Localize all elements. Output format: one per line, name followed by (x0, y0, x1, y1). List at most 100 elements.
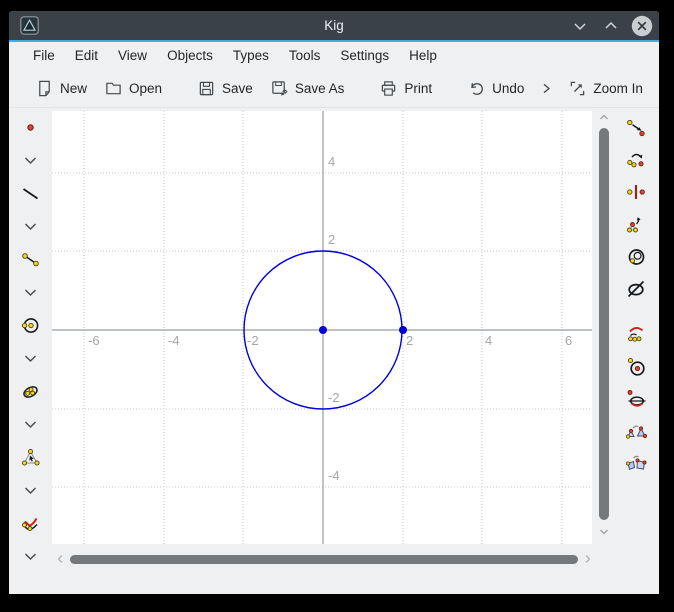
axial-reflection-tool-button[interactable] (625, 213, 647, 234)
rotate-tool-button[interactable] (625, 149, 647, 170)
harmonic-homology-tool-button[interactable] (625, 277, 647, 298)
segment-tools-expander[interactable] (20, 282, 42, 303)
x-tick-label: 4 (485, 334, 492, 347)
horizontal-scrollbar-thumb[interactable] (70, 555, 578, 564)
circle-transform-tool-button[interactable] (625, 355, 647, 376)
curve-tools-expander[interactable] (20, 546, 42, 567)
chevron-left-icon (54, 553, 66, 565)
circle-tool-button[interactable] (20, 315, 42, 336)
chevron-down-icon (20, 480, 41, 501)
conic-arc-tool-button[interactable] (625, 323, 647, 344)
save-as-button[interactable]: Save As (262, 74, 354, 103)
chevron-down-icon (20, 546, 41, 567)
zoom-in-label: Zoom In (593, 81, 643, 96)
scroll-up-button[interactable] (598, 111, 610, 123)
line-tools-expander[interactable] (20, 216, 42, 237)
save-icon (198, 80, 215, 97)
x-tick-label: -4 (168, 334, 180, 347)
horizontal-scrollbar[interactable] (54, 551, 594, 567)
menu-edit[interactable]: Edit (65, 44, 108, 67)
projective-conic-tool-icon (625, 387, 647, 409)
close-button[interactable] (631, 15, 653, 37)
toolbar-overflow-button[interactable] (652, 75, 659, 102)
scroll-right-button[interactable] (582, 553, 594, 565)
left-toolbar (9, 109, 52, 594)
polygon-tools-expander[interactable] (20, 480, 42, 501)
right-toolbar (612, 109, 659, 594)
point-tool-icon (20, 117, 41, 138)
geometry-canvas[interactable]: -6 -4 -2 2 4 6 4 2 -2 -4 (52, 111, 592, 544)
open-folder-icon (105, 80, 122, 97)
translate-tool-button[interactable] (625, 117, 647, 138)
main-area: -6 -4 -2 2 4 6 4 2 -2 -4 (9, 109, 659, 594)
circle-tools-expander[interactable] (20, 348, 42, 369)
circle-tool-icon (20, 315, 41, 336)
point-tool-button[interactable] (20, 117, 42, 138)
menu-types[interactable]: Types (223, 44, 279, 67)
window-title: Kig (9, 18, 659, 33)
print-button[interactable]: Print (371, 74, 441, 103)
cubic-curve-tool-button[interactable] (20, 513, 42, 534)
scroll-left-button[interactable] (54, 553, 66, 565)
chevron-down-icon (20, 216, 41, 237)
undo-button[interactable]: Undo (459, 74, 533, 103)
point-reflection-tool-button[interactable] (625, 181, 647, 202)
polygon-tool-button[interactable] (20, 447, 42, 468)
new-button[interactable]: New (27, 74, 96, 103)
rotate-tool-icon (625, 149, 647, 171)
inversion-tool-icon (625, 245, 647, 267)
chevron-up-icon (598, 111, 610, 123)
chevron-right-icon (658, 81, 659, 96)
y-tick-label: -4 (328, 469, 340, 482)
circle-transform-tool-icon (625, 355, 647, 377)
save-as-icon (271, 80, 288, 97)
chevron-down-icon (20, 150, 41, 171)
projective-transform-tool-button[interactable] (625, 451, 647, 472)
projective-conic-tool-button[interactable] (625, 387, 647, 408)
projective-transform-tool-icon (625, 451, 647, 473)
harmonic-homology-tool-icon (625, 277, 647, 299)
center-point-object (319, 326, 327, 334)
polygon-tool-icon (20, 447, 41, 468)
segment-tool-icon (20, 249, 41, 270)
line-tool-button[interactable] (20, 183, 42, 204)
maximize-button[interactable] (600, 15, 622, 37)
chevron-down-icon (20, 348, 41, 369)
menu-help[interactable]: Help (399, 44, 447, 67)
vertical-scrollbar[interactable] (595, 111, 612, 559)
menu-file[interactable]: File (23, 44, 65, 67)
scroll-down-button[interactable] (598, 526, 610, 538)
conic-tool-icon (20, 381, 41, 402)
vertical-scrollbar-thumb[interactable] (599, 128, 609, 520)
point-reflection-tool-icon (625, 181, 647, 203)
point-tools-expander[interactable] (20, 150, 42, 171)
chevron-down-icon (20, 282, 41, 303)
y-tick-label: 2 (328, 233, 335, 246)
minimize-button[interactable] (569, 15, 591, 37)
conic-tools-expander[interactable] (20, 414, 42, 435)
segment-tool-button[interactable] (20, 249, 42, 270)
inversion-tool-button[interactable] (625, 245, 647, 266)
conic-tool-button[interactable] (20, 381, 42, 402)
menu-settings[interactable]: Settings (330, 44, 399, 67)
open-button[interactable]: Open (96, 74, 171, 103)
x-tick-label: -2 (247, 334, 259, 347)
kig-window: Kig File Edit View Objects Types Tools S… (9, 11, 659, 594)
chevron-up-icon (602, 17, 620, 35)
line-tool-icon (20, 183, 41, 204)
main-toolbar: New Open Save Save As Print Undo (9, 69, 659, 108)
save-button[interactable]: Save (189, 74, 262, 103)
menu-objects[interactable]: Objects (157, 44, 223, 67)
menu-view[interactable]: View (108, 44, 157, 67)
undo-label: Undo (492, 81, 524, 96)
chevron-right-icon (539, 81, 554, 96)
chevron-down-icon (20, 414, 41, 435)
undo-icon (468, 80, 485, 97)
similarity-tool-button[interactable] (625, 419, 647, 440)
chevron-down-icon (598, 526, 610, 538)
zoom-in-button[interactable]: Zoom In (560, 74, 652, 103)
chevron-right-icon (582, 553, 594, 565)
undo-group-overflow-button[interactable] (533, 75, 560, 102)
menu-tools[interactable]: Tools (279, 44, 331, 67)
save-label: Save (222, 81, 253, 96)
